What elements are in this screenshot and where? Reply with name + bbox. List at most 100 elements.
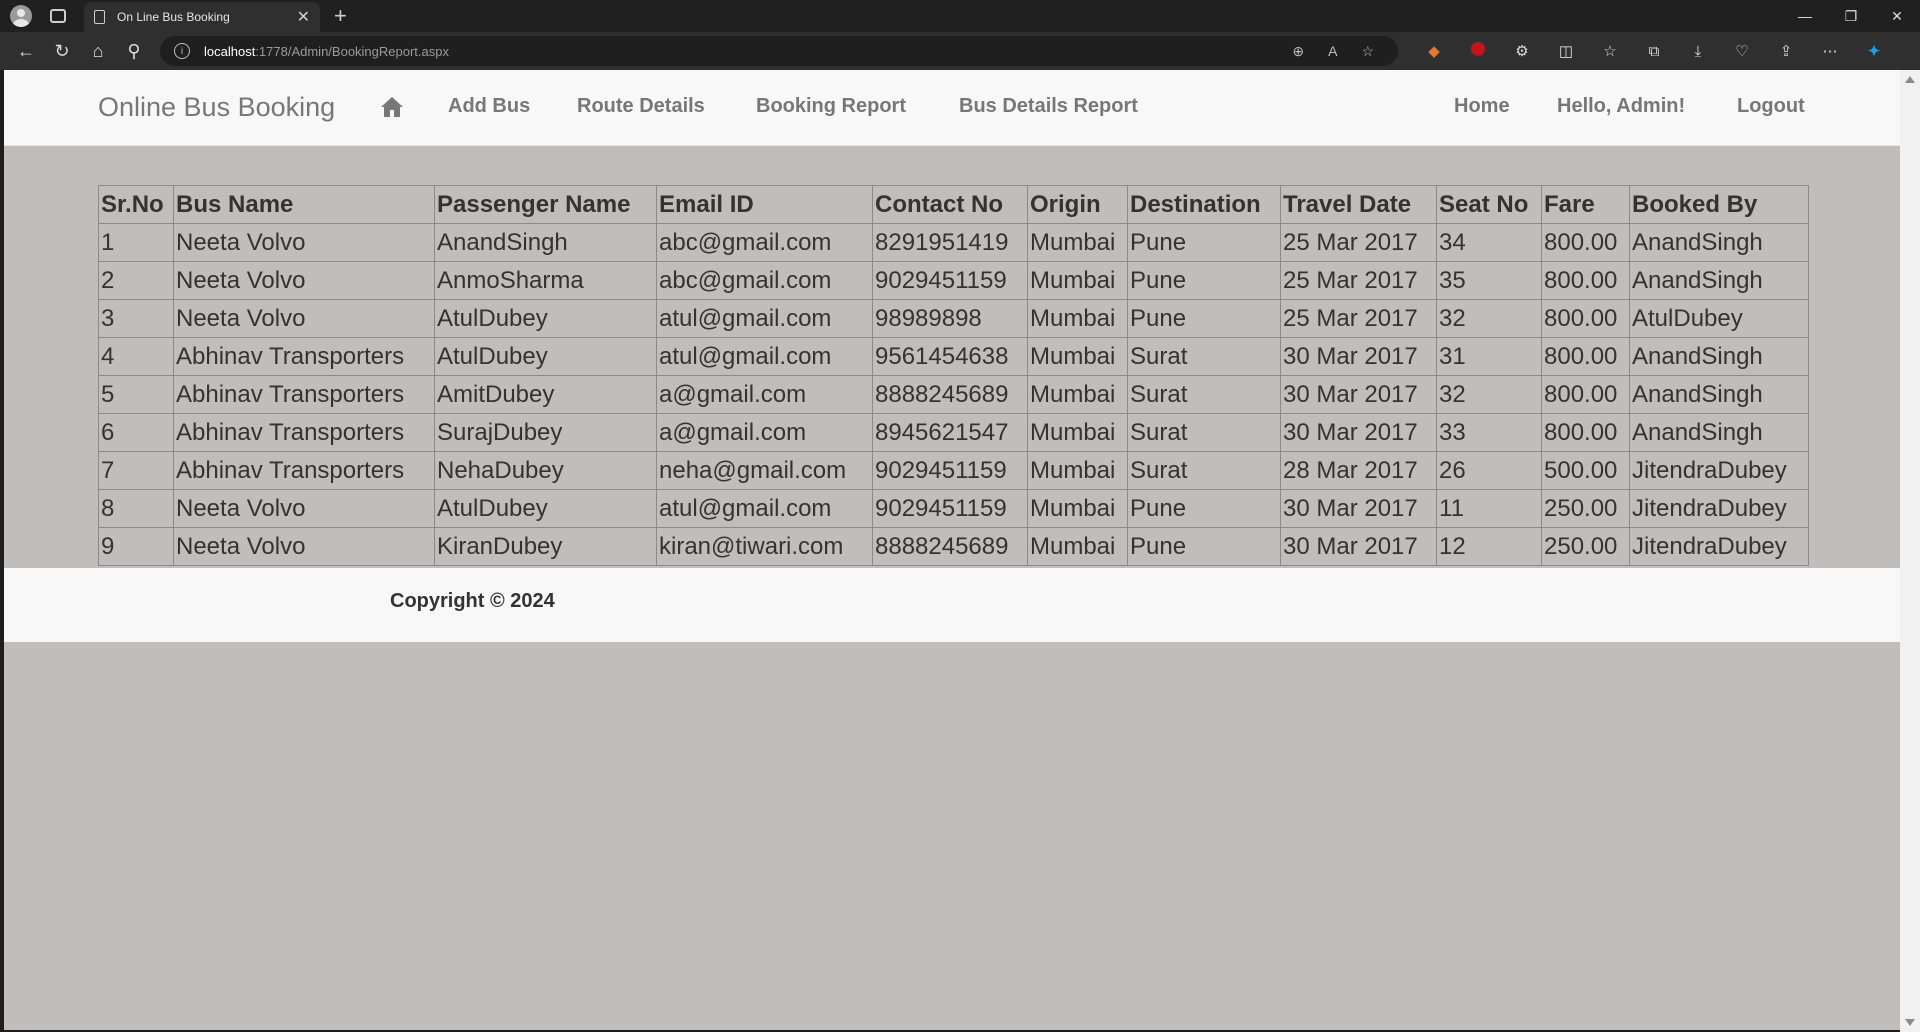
more-menu-icon[interactable]: ⋯: [1808, 42, 1852, 60]
table-cell: NehaDubey: [434, 451, 657, 490]
table-cell: 35: [1436, 261, 1542, 300]
table-cell: AnandSingh: [1629, 261, 1809, 300]
read-aloud-icon[interactable]: A: [1328, 43, 1337, 59]
table-cell: AnandSingh: [1629, 413, 1809, 452]
table-cell: Neeta Volvo: [173, 299, 435, 338]
table-cell: Abhinav Transporters: [173, 451, 435, 490]
nav-add-bus[interactable]: Add Bus: [448, 95, 530, 118]
table-cell: 3: [98, 299, 174, 338]
column-header: Booked By: [1629, 185, 1809, 224]
table-cell: JitendraDubey: [1629, 527, 1809, 566]
table-row: 3 Neeta Volvo AtulDubey atul@gmail.com 98989…: [98, 299, 1809, 338]
table-cell: kiran@tiwari.com: [656, 527, 873, 566]
table-cell: AnandSingh: [434, 223, 657, 262]
table-cell: 26: [1436, 451, 1542, 490]
site-info-icon[interactable]: i: [174, 43, 190, 59]
workspaces-icon[interactable]: [50, 9, 66, 23]
window-controls: — ❐ ✕: [1782, 0, 1920, 32]
table-cell: 9029451159: [872, 451, 1028, 490]
table-cell: Surat: [1127, 413, 1281, 452]
favorites-icon[interactable]: ☆: [1588, 42, 1632, 60]
table-cell: 5: [98, 375, 174, 414]
table-cell: 9029451159: [872, 261, 1028, 300]
table-cell: AtulDubey: [434, 299, 657, 338]
zoom-icon[interactable]: ⊕: [1292, 43, 1304, 60]
collections-icon[interactable]: ⧉: [1632, 43, 1676, 60]
ublock-extension-icon[interactable]: [1456, 42, 1500, 60]
extensions-icon[interactable]: ⚙: [1500, 42, 1544, 60]
table-cell: a@gmail.com: [656, 375, 873, 414]
split-screen-icon[interactable]: ◫: [1544, 42, 1588, 60]
back-icon[interactable]: ←: [8, 36, 44, 66]
scroll-up-icon[interactable]: [1905, 76, 1915, 83]
table-cell: SurajDubey: [434, 413, 657, 452]
minimize-icon[interactable]: —: [1782, 0, 1828, 32]
home-browser-icon[interactable]: ⌂: [80, 36, 116, 66]
site-footer: Copyright © 2024: [4, 568, 1900, 642]
table-cell: 30 Mar 2017: [1280, 413, 1437, 452]
browser-tab[interactable]: On Line Bus Booking ✕: [84, 2, 320, 32]
metamask-extension-icon[interactable]: ◆: [1412, 42, 1456, 60]
table-cell: Pune: [1127, 489, 1281, 528]
table-cell: a@gmail.com: [656, 413, 873, 452]
profile-icon[interactable]: [10, 5, 32, 27]
home-icon[interactable]: [380, 96, 404, 118]
table-cell: Mumbai: [1027, 375, 1128, 414]
nav-booking-report[interactable]: Booking Report: [756, 95, 906, 118]
column-header: Contact No: [872, 185, 1028, 224]
nav-bus-details-report[interactable]: Bus Details Report: [959, 95, 1138, 118]
table-cell: Neeta Volvo: [173, 527, 435, 566]
copilot-icon[interactable]: ✦: [1852, 42, 1896, 60]
table-cell: 30 Mar 2017: [1280, 527, 1437, 566]
table-cell: Surat: [1127, 451, 1281, 490]
column-header: Travel Date: [1280, 185, 1437, 224]
downloads-icon[interactable]: ⤓: [1676, 43, 1720, 60]
table-cell: 800.00: [1541, 261, 1630, 300]
table-cell: Mumbai: [1027, 489, 1128, 528]
table-row: 2 Neeta Volvo AnmoSharma abc@gmail.com 90294…: [98, 261, 1809, 300]
refresh-icon[interactable]: ↻: [44, 36, 80, 66]
close-window-icon[interactable]: ✕: [1874, 0, 1920, 32]
table-cell: Neeta Volvo: [173, 223, 435, 262]
table-cell: 1: [98, 223, 174, 262]
table-cell: 4: [98, 337, 174, 376]
table-cell: 30 Mar 2017: [1280, 489, 1437, 528]
nav-logout[interactable]: Logout: [1737, 95, 1805, 118]
browser-toolbar: ← ↻ ⌂ ⚲ i localhost :1778/Admin/BookingR…: [0, 32, 1920, 70]
table-cell: atul@gmail.com: [656, 337, 873, 376]
table-cell: atul@gmail.com: [656, 299, 873, 338]
table-cell: 98989898: [872, 299, 1028, 338]
table-cell: 2: [98, 261, 174, 300]
column-header: Origin: [1027, 185, 1128, 224]
booking-report-table: Sr.No Bus Name Passenger Name Email ID Conta…: [98, 185, 1809, 566]
nav-route-details[interactable]: Route Details: [577, 95, 705, 118]
close-tab-icon[interactable]: ✕: [297, 7, 310, 27]
nav-home[interactable]: Home: [1454, 95, 1510, 118]
share-icon[interactable]: ⇪: [1764, 42, 1808, 60]
table-row: 6 Abhinav Transporters SurajDubey a@gmail.c…: [98, 413, 1809, 452]
column-header: Email ID: [656, 185, 873, 224]
table-cell: Pune: [1127, 223, 1281, 262]
table-row: 4 Abhinav Transporters AtulDubey atul@gmail…: [98, 337, 1809, 376]
table-cell: 800.00: [1541, 337, 1630, 376]
restore-icon[interactable]: ❐: [1828, 0, 1874, 32]
table-cell: AnandSingh: [1629, 375, 1809, 414]
new-tab-icon[interactable]: +: [334, 3, 347, 29]
nav-hello-admin[interactable]: Hello, Admin!: [1557, 95, 1685, 118]
scroll-down-icon[interactable]: [1905, 1019, 1915, 1026]
copyright-text: Copyright © 2024: [390, 590, 555, 612]
table-cell: 8: [98, 489, 174, 528]
site-brand[interactable]: Online Bus Booking: [98, 92, 335, 123]
performance-icon[interactable]: ♡: [1720, 42, 1764, 60]
table-cell: AnandSingh: [1629, 223, 1809, 262]
vertical-scrollbar[interactable]: [1900, 70, 1920, 1032]
search-icon[interactable]: ⚲: [116, 36, 152, 66]
table-cell: Mumbai: [1027, 337, 1128, 376]
table-cell: abc@gmail.com: [656, 261, 873, 300]
address-bar[interactable]: i localhost :1778/Admin/BookingReport.as…: [160, 36, 1398, 66]
favorite-star-icon[interactable]: ☆: [1361, 43, 1374, 60]
table-cell: 33: [1436, 413, 1542, 452]
table-cell: 800.00: [1541, 223, 1630, 262]
table-row: 5 Abhinav Transporters AmitDubey a@gmail.co…: [98, 375, 1809, 414]
table-cell: Surat: [1127, 375, 1281, 414]
